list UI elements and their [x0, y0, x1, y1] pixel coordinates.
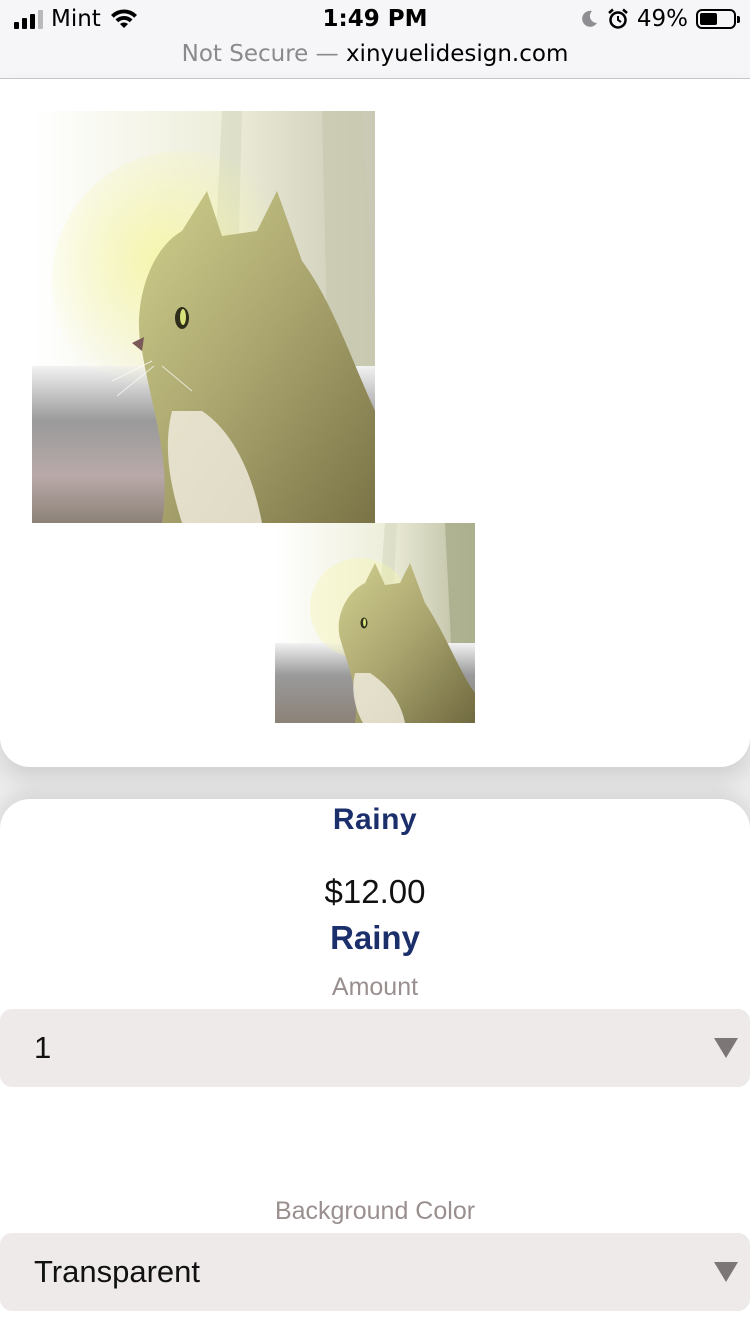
product-title: Rainy — [332, 803, 418, 836]
cat-painting-main-image[interactable] — [32, 111, 375, 523]
product-details-card: Rainy $12.00 Rainy Amount 1 Background C… — [0, 799, 750, 1334]
amount-select[interactable]: 1 — [0, 1009, 750, 1087]
status-bar: Mint 1:49 PM 49% — [0, 0, 750, 40]
background-color-select-value: Transparent — [34, 1254, 200, 1289]
background-color-label: Background Color — [274, 1197, 476, 1225]
dropdown-arrow-icon — [714, 1262, 738, 1282]
product-price: $12.00 — [324, 873, 426, 910]
amount-label: Amount — [331, 973, 419, 1001]
url-bar[interactable]: Not Secure — xinyuelidesign.com — [0, 40, 750, 79]
dropdown-arrow-icon — [714, 1038, 738, 1058]
status-right: 49% — [579, 6, 740, 32]
moon-icon — [582, 10, 597, 27]
battery-icon — [696, 9, 740, 29]
security-warning: Not Secure — — [181, 41, 339, 67]
page-domain: xinyuelidesign.com — [345, 41, 569, 67]
image-gallery-card — [0, 79, 750, 767]
variant-name: Rainy — [330, 919, 420, 956]
background-color-select[interactable]: Transparent — [0, 1233, 750, 1311]
cat-painting-thumbnail[interactable] — [275, 523, 475, 723]
battery-percent: 49% — [636, 6, 688, 32]
amount-select-value: 1 — [34, 1030, 52, 1065]
alarm-icon — [608, 8, 628, 29]
